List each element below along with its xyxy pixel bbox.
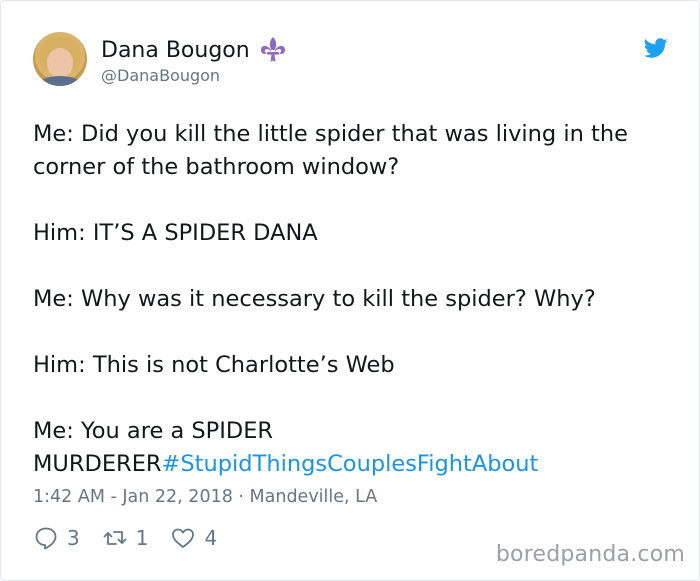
tweet-actions: 3 1 4 [33,525,239,551]
tweet-text: Me: Did you kill the little spider that … [33,118,683,481]
tweet-line: MURDERER [33,451,162,477]
heart-icon [172,528,195,548]
tweet-paragraph: Him: This is not Charlotte’s Web [33,349,683,382]
tweet-line: Me: You are a SPIDER [33,418,274,444]
tweet-line: Him: IT’S A SPIDER DANA [33,220,318,246]
tweet-line: Him: This is not Charlotte’s Web [33,352,395,378]
reply-button[interactable]: 3 [33,525,80,551]
user-handle[interactable]: @DanaBougon [101,66,220,85]
tweet-line: Me: Why was it necessary to kill the spi… [33,286,596,312]
tweet-card: Dana Bougon @DanaBougon Me: Did you kill… [0,0,700,581]
tweet-timestamp-location[interactable]: 1:42 AM - Jan 22, 2018 · Mandeville, LA [33,487,377,507]
user-name-text: Dana Bougon [101,37,250,63]
fleur-de-lis-icon [260,37,285,62]
avatar-shirt [37,76,83,86]
tweet-paragraph: Him: IT’S A SPIDER DANA [33,217,683,250]
tweet-line: Me: Did you kill the little spider that … [33,121,628,147]
hashtag-link[interactable]: #StupidThingsCouplesFightAbout [162,451,539,477]
user-name[interactable]: Dana Bougon [101,35,288,65]
tweet-paragraph: Me: You are a SPIDER MURDERER#StupidThin… [33,415,683,481]
retweet-button[interactable]: 1 [102,525,149,551]
retweet-count: 1 [135,526,149,550]
avatar[interactable] [33,32,87,86]
retweet-icon [103,531,127,545]
twitter-bird-icon[interactable] [644,36,668,60]
tweet-paragraph: Me: Why was it necessary to kill the spi… [33,283,683,316]
reply-icon [35,527,57,550]
reply-count: 3 [67,526,80,550]
avatar-face [47,48,73,78]
watermark: boredpanda.com [495,542,685,567]
like-button[interactable]: 4 [170,525,217,551]
tweet-paragraph: Me: Did you kill the little spider that … [33,118,683,184]
like-count: 4 [204,526,218,550]
tweet-line: corner of the bathroom window? [33,154,400,180]
